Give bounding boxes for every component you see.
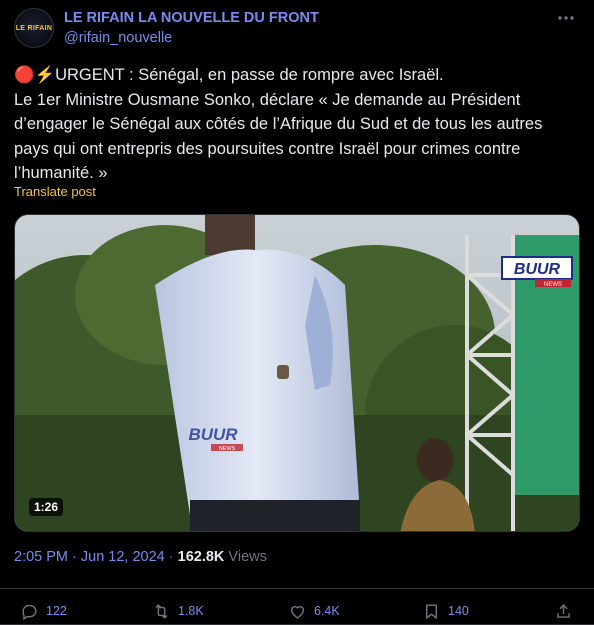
author-name[interactable]: LE RIFAIN LA NOUVELLE DU FRONT	[64, 10, 319, 26]
like-count: 6.4K	[314, 604, 340, 618]
meta-separator: ·	[164, 549, 178, 565]
watermark-center-text: BUUR	[188, 425, 238, 444]
avatar[interactable]: LE RIFAIN	[14, 8, 54, 48]
share-button[interactable]	[554, 601, 580, 621]
post-text-line-urgent: 🔴⚡URGENT : Sénégal, en passe de rompre a…	[14, 66, 444, 84]
video-player[interactable]: BUUR NEWS BUUR NEWS 1:26	[14, 214, 580, 532]
avatar-logo-text: LE RIFAIN	[15, 24, 53, 32]
like-icon	[290, 605, 305, 619]
like-button[interactable]: 6.4K	[288, 601, 340, 621]
bookmark-count: 140	[448, 604, 469, 618]
post-text: 🔴⚡URGENT : Sénégal, en passe de rompre a…	[14, 63, 580, 186]
views-label: Views	[224, 549, 267, 565]
views-count[interactable]: 162.8K	[178, 549, 225, 565]
repost-count: 1.8K	[178, 604, 204, 618]
watermark-top-sub: NEWS	[544, 282, 562, 288]
translate-post-link[interactable]: Translate post	[14, 184, 96, 199]
post-meta: 2:05 PM · Jun 12, 2024 · 162.8K Views	[14, 549, 267, 565]
post-text-body: Le 1er Ministre Ousmane Sonko, déclare «…	[14, 90, 543, 183]
post-header: LE RIFAIN LE RIFAIN LA NOUVELLE DU FRONT…	[14, 8, 580, 48]
reply-icon	[22, 604, 37, 620]
repost-button[interactable]: 1.8K	[152, 601, 204, 621]
watermark-center-sub: NEWS	[219, 446, 236, 452]
reply-count: 122	[46, 604, 67, 618]
post-timestamp[interactable]: 2:05 PM · Jun 12, 2024	[14, 549, 165, 565]
action-bar: 122 1.8K 6.4K 140	[0, 588, 594, 625]
repost-icon	[155, 603, 168, 619]
video-frame: BUUR NEWS BUUR NEWS	[15, 215, 579, 531]
video-duration: 1:26	[29, 498, 64, 516]
bookmark-button[interactable]: 140	[422, 601, 469, 621]
more-icon[interactable]	[554, 8, 578, 28]
bookmark-icon	[426, 603, 437, 619]
watermark-top-text: BUUR	[514, 261, 561, 278]
author-handle[interactable]: @rifain_nouvelle	[64, 30, 172, 46]
share-icon	[557, 603, 570, 618]
reply-button[interactable]: 122	[20, 601, 67, 621]
